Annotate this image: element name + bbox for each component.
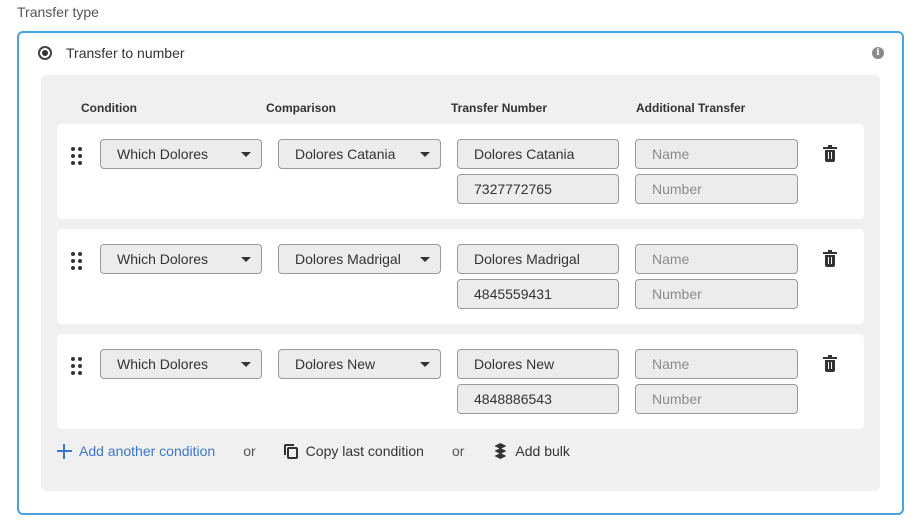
info-icon[interactable]: i — [872, 47, 884, 59]
condition-select[interactable]: Which Dolores — [100, 244, 262, 274]
transfer-number-input[interactable]: 4848886543 — [457, 384, 619, 414]
column-header-transfer-number: Transfer Number — [451, 101, 548, 115]
additional-number-input[interactable]: Number — [635, 384, 798, 414]
transfer-number-input[interactable]: 7327772765 — [457, 174, 619, 204]
add-bulk-label: Add bulk — [515, 443, 570, 459]
column-header-condition: Condition — [81, 101, 137, 115]
or-separator: or — [451, 443, 465, 459]
or-separator: or — [243, 443, 256, 459]
additional-name-input[interactable]: Name — [635, 244, 798, 274]
transfer-name-input[interactable]: Dolores Madrigal — [457, 244, 619, 274]
condition-row: Which Dolores Dolores Catania Dolores Ca… — [57, 124, 864, 219]
additional-number-input[interactable]: Number — [635, 279, 798, 309]
additional-number-input[interactable]: Number — [635, 174, 798, 204]
delete-row-trash-icon[interactable] — [823, 355, 837, 372]
column-header-comparison: Comparison — [266, 101, 337, 115]
drag-handle-icon[interactable] — [71, 357, 83, 375]
drag-handle-icon[interactable] — [71, 147, 83, 165]
additional-name-input[interactable]: Name — [635, 139, 798, 169]
delete-row-trash-icon[interactable] — [823, 250, 837, 267]
delete-row-trash-icon[interactable] — [823, 145, 837, 162]
transfer-type-card: Transfer to number i Condition Compariso… — [17, 31, 904, 515]
add-condition-label: Add another condition — [79, 443, 216, 459]
add-bulk-button[interactable]: Add bulk — [492, 443, 570, 459]
comparison-select[interactable]: Dolores Catania — [278, 139, 441, 169]
condition-row: Which Dolores Dolores New Dolores New 48… — [57, 334, 864, 429]
additional-name-input[interactable]: Name — [635, 349, 798, 379]
section-label: Transfer type — [17, 4, 99, 20]
copy-last-condition-button[interactable]: Copy last condition — [283, 443, 424, 459]
condition-actions: Add another condition or Copy last condi… — [57, 441, 570, 461]
condition-row: Which Dolores Dolores Madrigal Dolores M… — [57, 229, 864, 324]
copy-icon — [283, 443, 299, 459]
condition-select[interactable]: Which Dolores — [100, 139, 262, 169]
transfer-to-number-option[interactable]: Transfer to number — [38, 45, 185, 61]
comparison-select[interactable]: Dolores Madrigal — [278, 244, 441, 274]
transfer-name-input[interactable]: Dolores New — [457, 349, 619, 379]
conditions-panel: Condition Comparison Transfer Number Add… — [41, 75, 880, 491]
add-condition-button[interactable]: Add another condition — [57, 443, 215, 459]
column-header-additional-transfer: Additional Transfer — [636, 101, 746, 115]
condition-select[interactable]: Which Dolores — [100, 349, 262, 379]
copy-last-condition-label: Copy last condition — [305, 443, 424, 459]
radio-selected-icon[interactable] — [38, 46, 52, 60]
layers-icon — [492, 443, 508, 459]
transfer-number-input[interactable]: 4845559431 — [457, 279, 619, 309]
transfer-name-input[interactable]: Dolores Catania — [457, 139, 619, 169]
comparison-select[interactable]: Dolores New — [278, 349, 441, 379]
plus-icon — [57, 443, 72, 459]
transfer-option-label: Transfer to number — [66, 45, 185, 61]
drag-handle-icon[interactable] — [71, 252, 83, 270]
